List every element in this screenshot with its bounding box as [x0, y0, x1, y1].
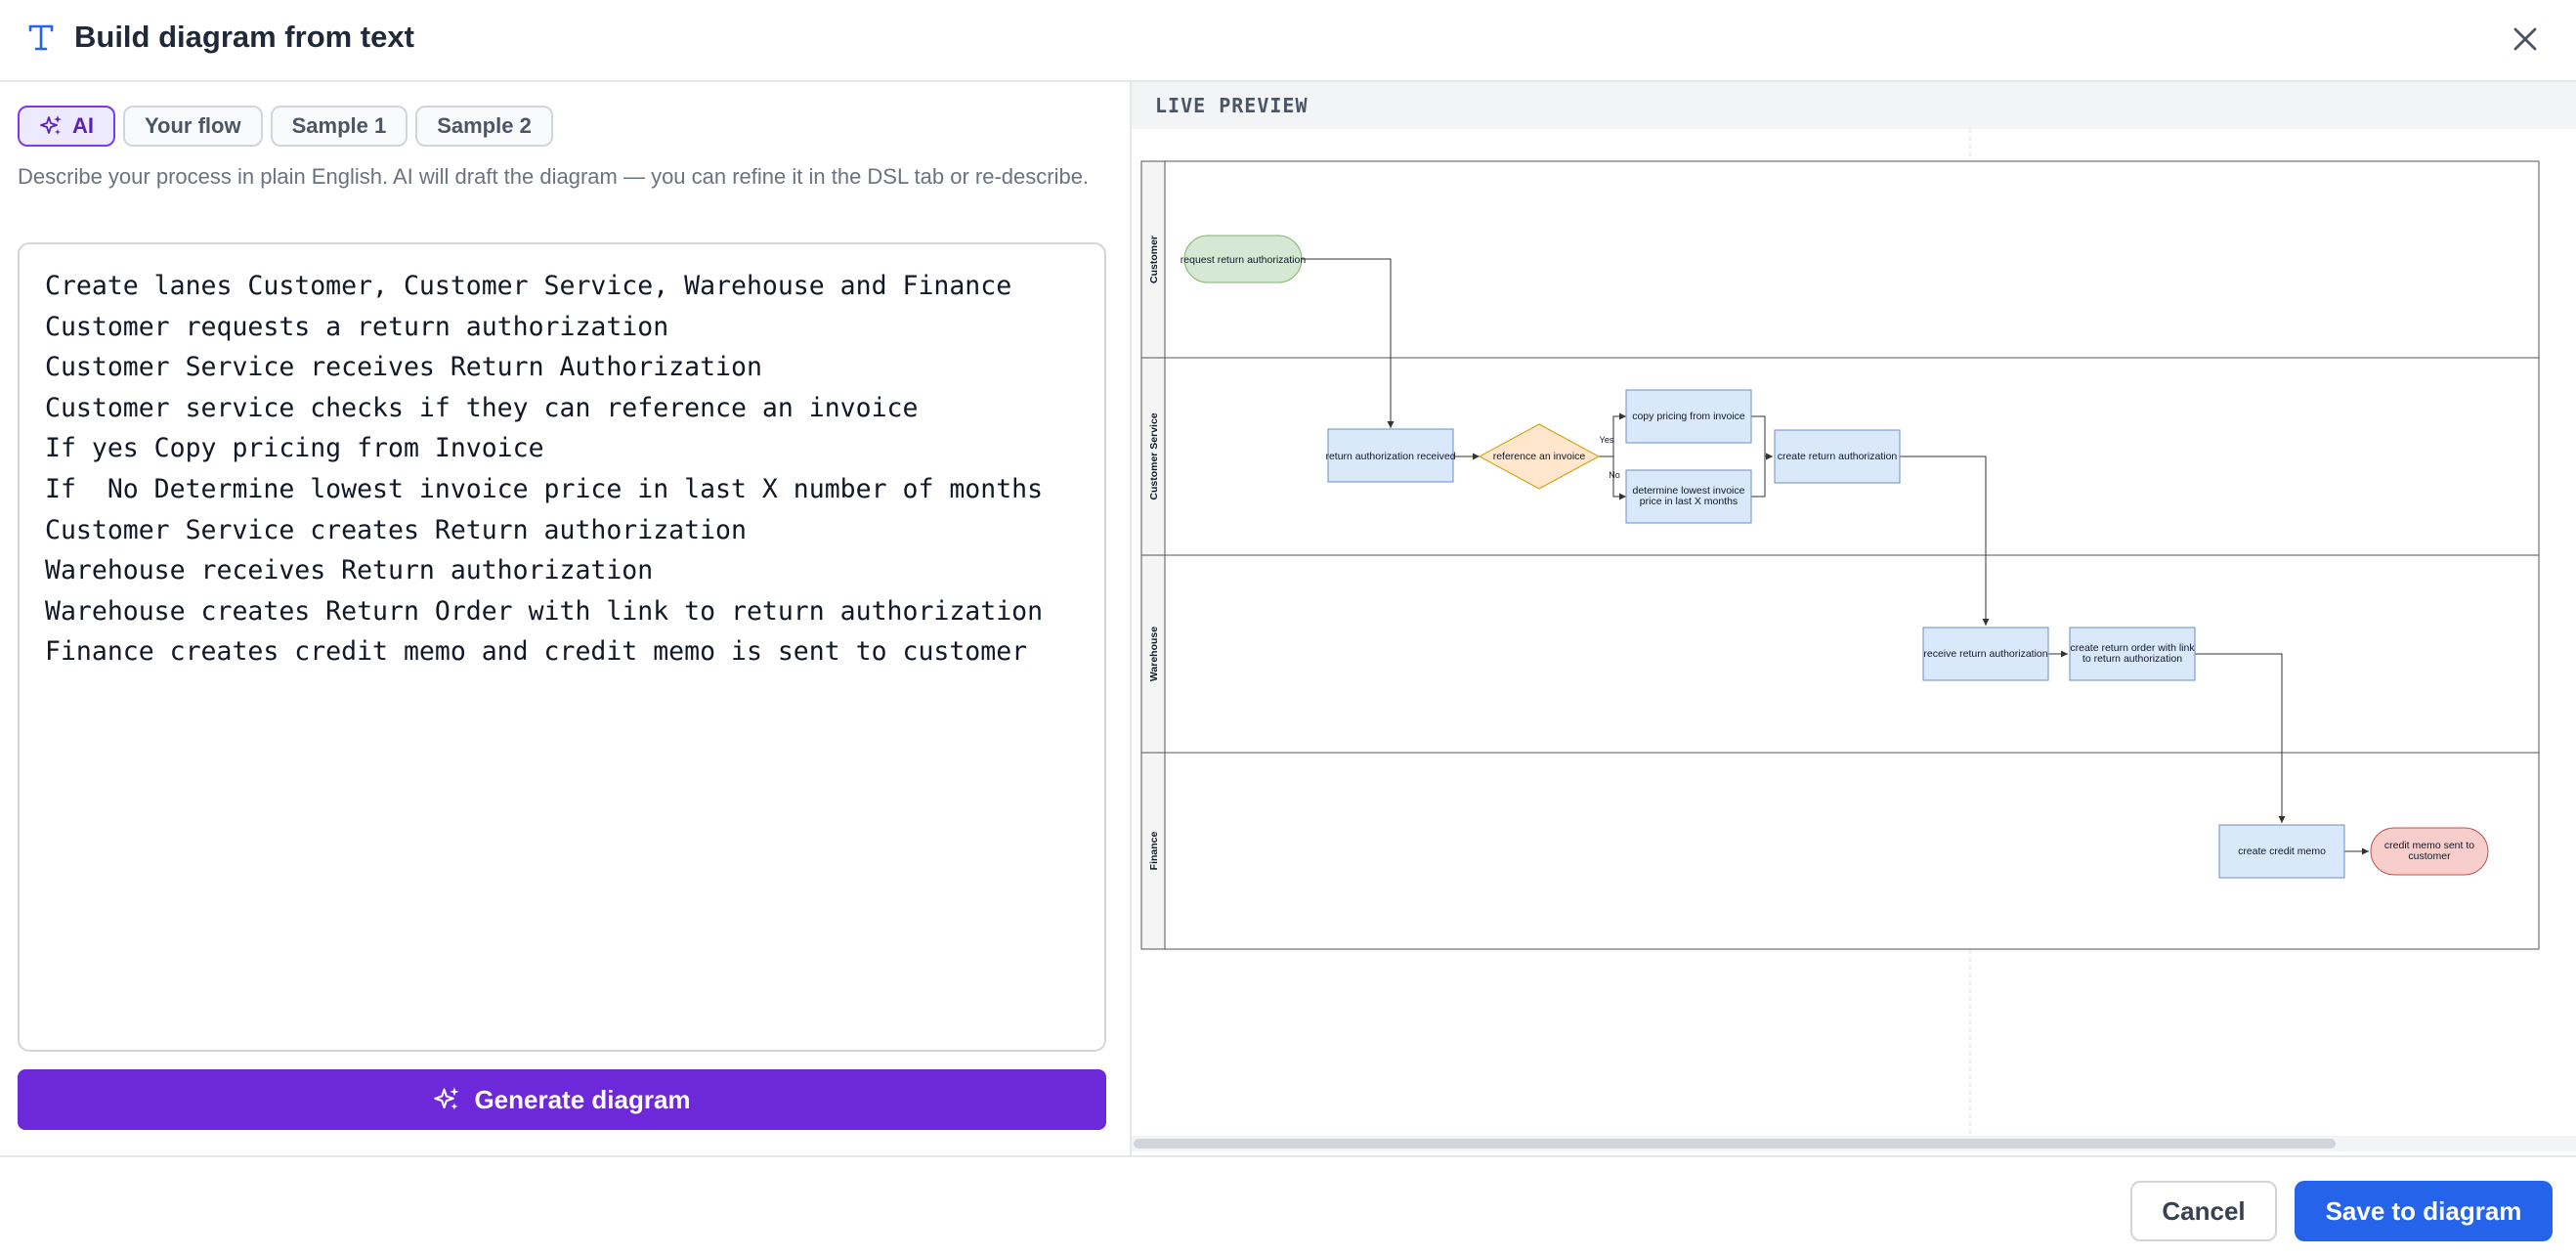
lane-label-customer: Customer	[1148, 236, 1160, 283]
preview-panel: LIVE PREVIEW Customer Customer Service W…	[1132, 82, 2576, 1155]
dialog-header: Build diagram from text	[0, 0, 2576, 82]
node-label-line: request return authorization	[1181, 254, 1307, 266]
instructions-text: Describe your process in plain English. …	[18, 164, 1090, 189]
tab-sample-1[interactable]: Sample 1	[270, 106, 408, 147]
text-t-icon	[28, 24, 54, 51]
close-icon[interactable]	[2506, 20, 2545, 59]
generate-diagram-label: Generate diagram	[474, 1084, 691, 1114]
edge-label-yes: Yes	[1600, 435, 1614, 445]
node-label: request return authorization	[1181, 254, 1307, 266]
node-label: reference an invoice	[1493, 451, 1586, 462]
save-to-diagram-button[interactable]: Save to diagram	[2295, 1181, 2553, 1241]
preview-header: LIVE PREVIEW	[1132, 82, 2576, 129]
lane-label-customer-service: Customer Service	[1148, 412, 1160, 499]
node-label: create credit memo	[2238, 845, 2326, 857]
node-label: receive return authorization	[1923, 648, 2047, 660]
tab-sample-2[interactable]: Sample 2	[415, 106, 553, 147]
node-label: create return order with link to return a…	[2070, 642, 2195, 665]
node-label: return authorization received	[1325, 451, 1455, 462]
cancel-button[interactable]: Cancel	[2130, 1181, 2277, 1241]
node-label-line: to return authorization	[2082, 653, 2182, 665]
preview-label: LIVE PREVIEW	[1155, 94, 1309, 117]
lane-label-warehouse: Warehouse	[1148, 627, 1160, 681]
tab-your-flow-label: Your flow	[145, 113, 241, 138]
diagram-svg: Customer Customer Service Warehouse Fina…	[1140, 129, 2540, 1136]
generate-diagram-button[interactable]: Generate diagram	[18, 1069, 1106, 1130]
node-label-line: receive return authorization	[1923, 648, 2047, 660]
tab-ai[interactable]: AI	[18, 106, 115, 147]
mode-tabs: AI Your flow Sample 1 Sample 2	[18, 106, 553, 149]
node-label-line: create return authorization	[1778, 451, 1898, 462]
lane-label-finance: Finance	[1148, 832, 1160, 871]
dialog-title: Build diagram from text	[74, 20, 414, 54]
node-label-line: return authorization received	[1325, 451, 1455, 462]
tab-ai-label: AI	[72, 113, 94, 138]
node-label: determine lowest invoice price in last X …	[1633, 485, 1745, 507]
tab-sample-1-label: Sample 1	[291, 113, 387, 138]
sparkles-icon	[40, 115, 62, 135]
diagram-canvas[interactable]: Customer Customer Service Warehouse Fina…	[1132, 129, 2576, 1136]
dialog-footer: Cancel Save to diagram	[0, 1157, 2576, 1257]
node-label-line: create credit memo	[2238, 845, 2326, 857]
node-label-line: customer	[2408, 850, 2451, 862]
tab-your-flow[interactable]: Your flow	[123, 106, 263, 147]
input-panel: AI Your flow Sample 1 Sample 2 Describe …	[0, 82, 1130, 1155]
sparkles-icon	[434, 1087, 459, 1110]
tab-sample-2-label: Sample 2	[437, 113, 532, 138]
process-description-textarea[interactable]: Create lanes Customer, Customer Service,…	[18, 242, 1106, 1052]
node-label: copy pricing from invoice	[1632, 411, 1745, 422]
node-label-line: reference an invoice	[1493, 451, 1586, 462]
horizontal-scrollbar[interactable]	[1132, 1136, 2576, 1151]
scrollbar-thumb[interactable]	[1134, 1139, 2336, 1149]
node-label: create return authorization	[1778, 451, 1898, 462]
node-label-line: price in last X months	[1640, 496, 1738, 507]
edge-label-no: No	[1609, 470, 1620, 480]
node-label-line: copy pricing from invoice	[1632, 411, 1745, 422]
